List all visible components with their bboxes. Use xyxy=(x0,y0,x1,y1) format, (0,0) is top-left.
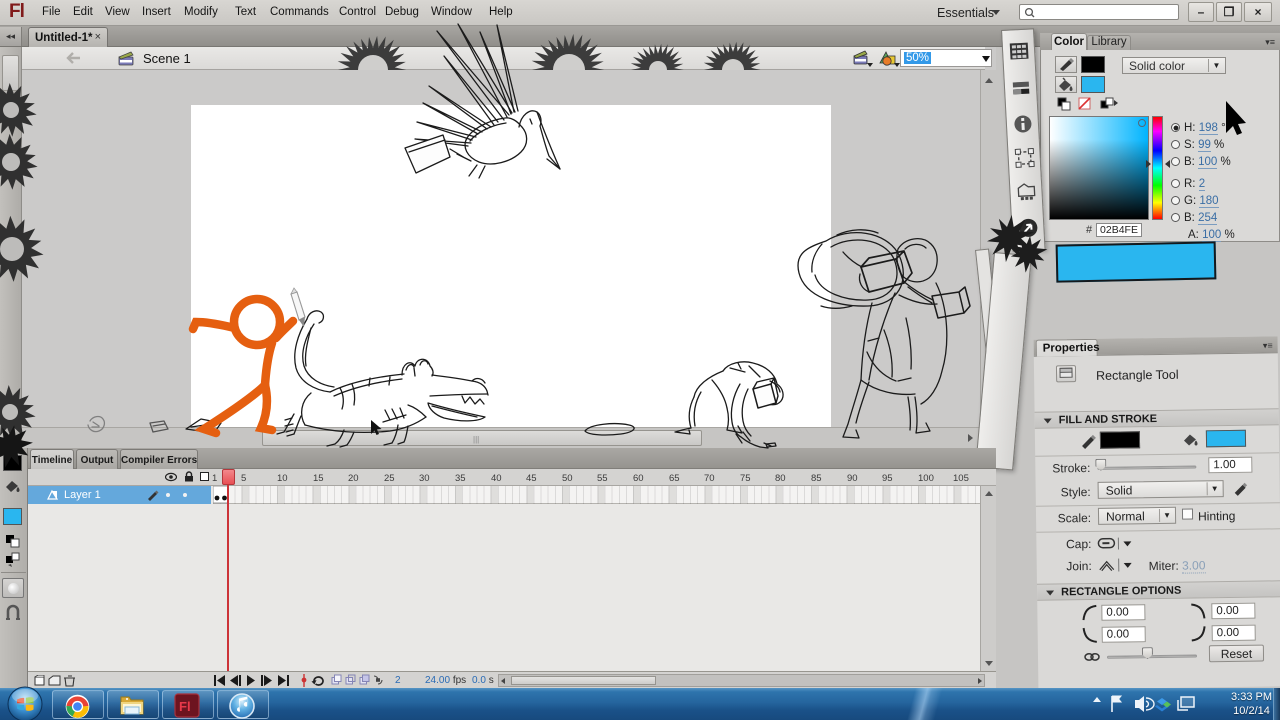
svg-text:Fl: Fl xyxy=(179,699,191,714)
